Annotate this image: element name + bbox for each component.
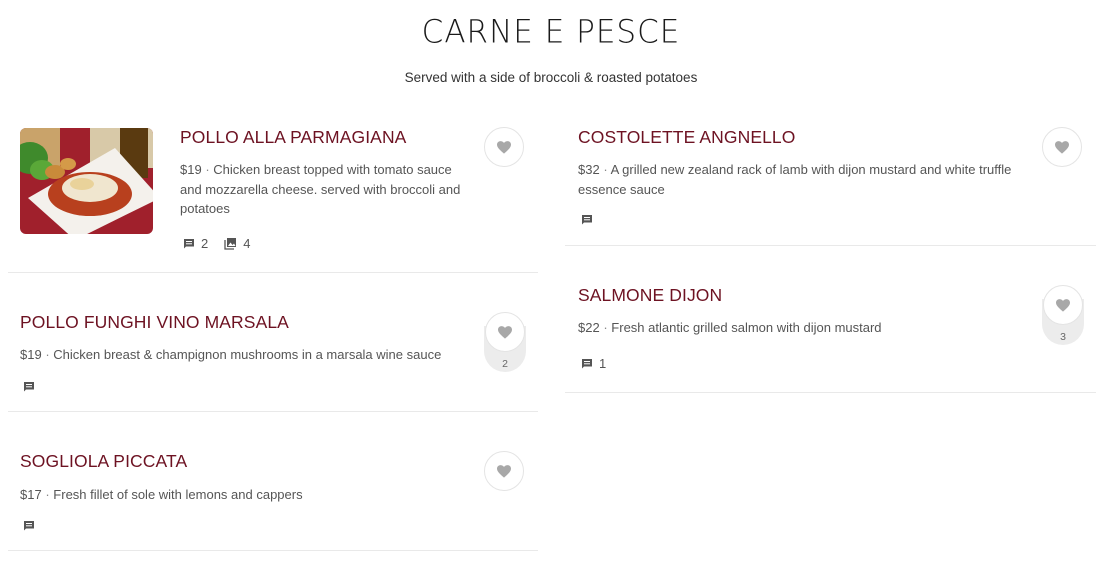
separator: ·: [45, 347, 50, 362]
item-meta: [581, 214, 615, 226]
favorite-button[interactable]: [485, 312, 525, 352]
heart-icon: [1055, 140, 1069, 154]
divider: [565, 245, 1096, 246]
comments-count: 1: [599, 356, 607, 371]
comments-button[interactable]: [23, 520, 41, 532]
favorite-button[interactable]: [484, 127, 524, 167]
item-description: $32 · A grilled new zealand rack of lamb…: [578, 160, 1018, 199]
item-description: $22 · Fresh atlantic grilled salmon with…: [578, 318, 1018, 338]
favorite-button[interactable]: [1042, 127, 1082, 167]
item-description: $19 · Chicken breast topped with tomato …: [180, 160, 470, 219]
divider: [8, 272, 538, 273]
favorite-widget: 3: [1042, 285, 1084, 345]
heart-icon: [497, 464, 511, 478]
item-price: $19: [180, 162, 202, 177]
item-title[interactable]: SOGLIOLA PICCATA: [20, 451, 187, 472]
section-title: CARNE E PESCE: [421, 13, 681, 51]
item-meta: 1: [581, 356, 622, 371]
item-meta: [23, 520, 57, 532]
comment-icon: [24, 521, 34, 531]
comments-button[interactable]: 1: [581, 356, 606, 371]
separator: ·: [603, 320, 608, 335]
item-meta: [23, 381, 57, 393]
item-title[interactable]: POLLO ALLA PARMAGIANA: [180, 127, 406, 148]
separator: ·: [603, 162, 608, 177]
heart-icon: [497, 140, 511, 154]
divider: [8, 550, 538, 551]
heart-icon: [1056, 298, 1070, 312]
divider: [8, 411, 538, 412]
item-price: $19: [20, 347, 42, 362]
likes-count: 3: [1060, 331, 1066, 343]
item-description-text: A grilled new zealand rack of lamb with …: [578, 162, 1012, 197]
heart-icon: [498, 325, 512, 339]
item-price: $32: [578, 162, 600, 177]
separator: ·: [205, 162, 210, 177]
favorite-button[interactable]: [1043, 285, 1083, 325]
photo-gallery-icon: [224, 238, 237, 250]
item-price: $17: [20, 487, 42, 502]
item-meta: 2 4: [183, 236, 266, 251]
likes-count: 2: [502, 358, 508, 370]
comment-icon: [582, 215, 592, 225]
comments-button[interactable]: 2: [183, 236, 208, 251]
item-title[interactable]: COSTOLETTE ANGNELLO: [578, 127, 795, 148]
favorite-widget: 2: [484, 312, 526, 372]
comment-icon: [184, 238, 194, 248]
comments-button[interactable]: [581, 214, 599, 226]
item-title[interactable]: POLLO FUNGHI VINO MARSALA: [20, 312, 289, 333]
item-description-text: Fresh fillet of sole with lemons and cap…: [53, 487, 303, 502]
comments-button[interactable]: [23, 381, 41, 393]
item-description-text: Fresh atlantic grilled salmon with dijon…: [611, 320, 882, 335]
section-subtitle: Served with a side of broccoli & roasted…: [404, 70, 698, 85]
comment-icon: [24, 382, 34, 392]
comments-count: 2: [201, 236, 209, 251]
comment-icon: [582, 358, 592, 368]
item-title[interactable]: SALMONE DIJON: [578, 285, 722, 306]
dish-photo-image: [20, 128, 153, 234]
dish-photo[interactable]: [20, 128, 153, 234]
item-price: $22: [578, 320, 600, 335]
photos-button[interactable]: 4: [224, 236, 250, 251]
photos-count: 4: [243, 236, 251, 251]
favorite-button[interactable]: [484, 451, 524, 491]
item-description-text: Chicken breast & champignon mushrooms in…: [53, 347, 442, 362]
item-description-text: Chicken breast topped with tomato sauce …: [180, 162, 461, 216]
separator: ·: [45, 487, 50, 502]
item-description: $19 · Chicken breast & champignon mushro…: [20, 345, 470, 365]
item-description: $17 · Fresh fillet of sole with lemons a…: [20, 485, 470, 505]
divider: [565, 392, 1096, 393]
